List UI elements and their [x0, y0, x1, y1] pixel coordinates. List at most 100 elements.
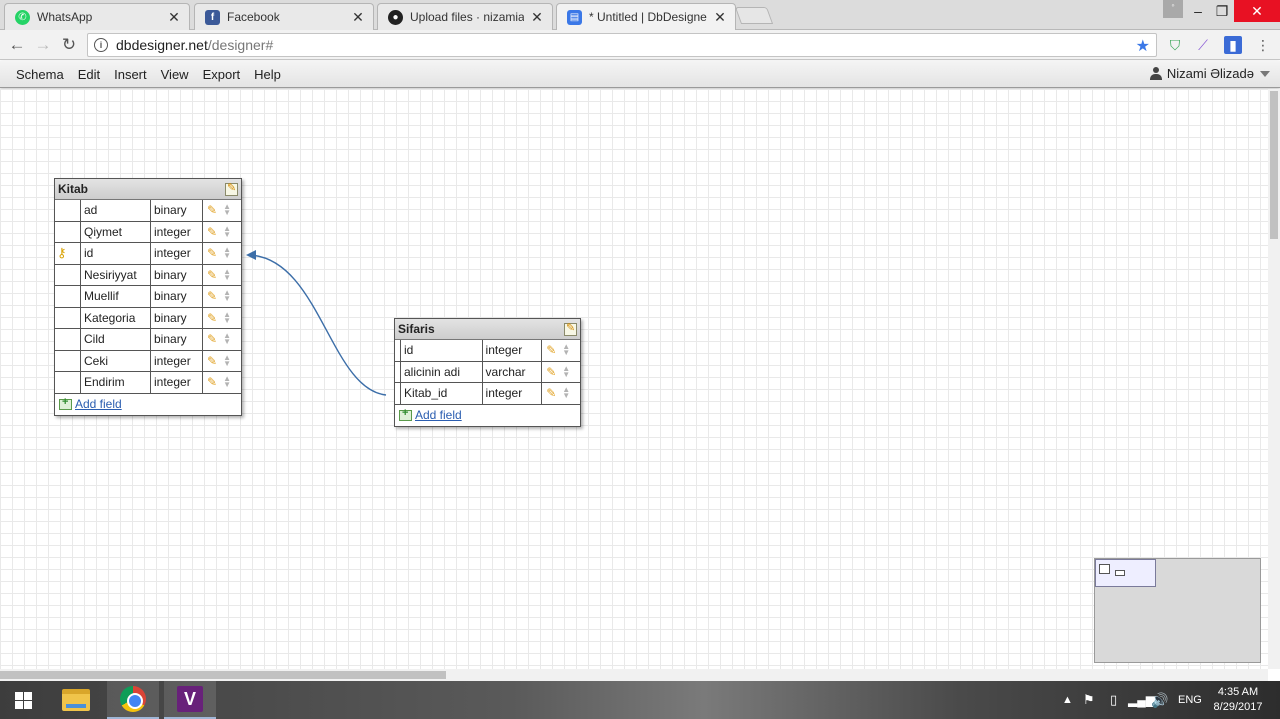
field-type[interactable]: binary: [151, 329, 203, 350]
field-row[interactable]: Nesiriyyat binary ✎ ▲ ▼: [55, 264, 241, 286]
field-name[interactable]: Kategoria: [81, 307, 151, 328]
edit-field-icon[interactable]: ✎: [207, 246, 217, 260]
edit-field-icon[interactable]: ✎: [207, 203, 217, 217]
pen-extension-icon[interactable]: ⟋: [1194, 36, 1212, 54]
field-name[interactable]: id: [401, 340, 483, 361]
edit-field-icon[interactable]: ✎: [207, 268, 217, 282]
window-close-icon[interactable]: ✕: [1234, 0, 1280, 22]
language-indicator[interactable]: ENG: [1178, 681, 1202, 719]
taskbar-visual-studio[interactable]: V: [164, 681, 216, 719]
add-field-link[interactable]: Add field: [415, 408, 462, 422]
reorder-field-icon[interactable]: ▲ ▼: [223, 289, 231, 303]
horizontal-scrollbar[interactable]: [0, 669, 1268, 681]
edit-field-icon[interactable]: ✎: [207, 332, 217, 346]
address-bar[interactable]: i dbdesigner.net/designer# ★: [87, 33, 1157, 57]
field-name[interactable]: Cild: [81, 329, 151, 350]
field-row[interactable]: ad binary ✎ ▲ ▼: [55, 200, 241, 222]
profile-icon[interactable]: ◦: [1163, 0, 1183, 18]
start-button[interactable]: [0, 681, 46, 719]
field-type[interactable]: binary: [151, 307, 203, 328]
reorder-field-icon[interactable]: ▲ ▼: [223, 224, 231, 238]
table-kitab[interactable]: Kitab adbinary✎▲▼Qiymetinteger✎▲▼⚷idinte…: [54, 178, 242, 416]
field-name[interactable]: ad: [81, 200, 151, 221]
minimap-viewport[interactable]: [1095, 559, 1156, 587]
restore-icon[interactable]: ❐: [1210, 0, 1234, 22]
field-row[interactable]: alicinin adi varchar ✎ ▲ ▼: [395, 361, 580, 383]
field-type[interactable]: integer: [151, 243, 203, 264]
reorder-field-icon[interactable]: ▲ ▼: [223, 375, 231, 389]
taskbar-chrome[interactable]: [107, 681, 159, 719]
designer-canvas[interactable]: Kitab adbinary✎▲▼Qiymetinteger✎▲▼⚷idinte…: [0, 89, 1268, 669]
forward-icon[interactable]: →: [32, 34, 54, 56]
edit-table-icon[interactable]: [564, 321, 577, 336]
edit-field-icon[interactable]: ✎: [546, 343, 556, 357]
edit-field-icon[interactable]: ✎: [207, 311, 217, 325]
reorder-field-icon[interactable]: ▲ ▼: [223, 332, 231, 346]
field-row[interactable]: Muellif binary ✎ ▲ ▼: [55, 286, 241, 308]
menu-help[interactable]: Help: [247, 67, 288, 82]
field-name[interactable]: Kitab_id: [401, 383, 483, 404]
field-row[interactable]: Kitab_id integer ✎ ▲ ▼: [395, 383, 580, 405]
field-row[interactable]: Endirim integer ✎ ▲ ▼: [55, 372, 241, 394]
close-icon[interactable]: ✕: [530, 9, 544, 26]
minimap[interactable]: [1094, 558, 1261, 663]
bookmark-extension-icon[interactable]: ▮: [1224, 36, 1242, 54]
reorder-field-icon[interactable]: ▲ ▼: [223, 353, 231, 367]
field-type[interactable]: binary: [151, 200, 203, 221]
flag-icon[interactable]: ⚑: [1083, 681, 1095, 719]
close-icon[interactable]: ✕: [351, 9, 365, 26]
new-tab-button[interactable]: [734, 7, 774, 24]
field-name[interactable]: alicinin adi: [401, 361, 483, 382]
scrollbar-thumb[interactable]: [0, 671, 446, 679]
reorder-field-icon[interactable]: ▲ ▼: [562, 364, 570, 378]
chrome-menu-icon[interactable]: ⋮: [1254, 36, 1272, 54]
table-header[interactable]: Kitab: [55, 179, 241, 200]
edit-field-icon[interactable]: ✎: [546, 365, 556, 379]
scrollbar-thumb[interactable]: [1270, 91, 1278, 239]
field-row[interactable]: Qiymet integer ✎ ▲ ▼: [55, 221, 241, 243]
reorder-field-icon[interactable]: ▲ ▼: [223, 246, 231, 260]
back-icon[interactable]: ←: [6, 34, 28, 56]
close-icon[interactable]: ✕: [167, 9, 181, 26]
tab-dbdesigner[interactable]: ▤ * Untitled | DbDesigner.n ✕: [556, 3, 736, 30]
field-name[interactable]: Qiymet: [81, 221, 151, 242]
reorder-field-icon[interactable]: ▲ ▼: [562, 343, 570, 357]
reorder-field-icon[interactable]: ▲ ▼: [223, 203, 231, 217]
edit-field-icon[interactable]: ✎: [207, 354, 217, 368]
field-row[interactable]: id integer ✎ ▲ ▼: [395, 340, 580, 362]
vertical-scrollbar[interactable]: [1268, 89, 1280, 669]
field-type[interactable]: binary: [151, 264, 203, 285]
edit-field-icon[interactable]: ✎: [207, 375, 217, 389]
volume-icon[interactable]: 🔊: [1151, 681, 1168, 719]
system-clock[interactable]: 4:35 AM 8/29/2017: [1208, 685, 1268, 715]
info-icon[interactable]: i: [94, 38, 108, 52]
close-icon[interactable]: ✕: [713, 9, 727, 26]
minimize-icon[interactable]: –: [1186, 0, 1210, 22]
menu-edit[interactable]: Edit: [71, 67, 107, 82]
taskbar-file-explorer[interactable]: [50, 681, 102, 719]
reorder-field-icon[interactable]: ▲ ▼: [223, 267, 231, 281]
bookmark-star-icon[interactable]: ★: [1136, 36, 1150, 56]
add-field-link[interactable]: Add field: [75, 397, 122, 411]
field-row[interactable]: Kategoria binary ✎ ▲ ▼: [55, 307, 241, 329]
table-header[interactable]: Sifaris: [395, 319, 580, 340]
menu-insert[interactable]: Insert: [107, 67, 154, 82]
table-sifaris[interactable]: Sifaris idinteger✎▲▼alicinin adivarchar✎…: [394, 318, 581, 427]
battery-icon[interactable]: ▯: [1110, 681, 1117, 719]
field-name[interactable]: id: [81, 243, 151, 264]
field-type[interactable]: integer: [483, 340, 543, 361]
field-type[interactable]: integer: [483, 383, 543, 404]
field-type[interactable]: integer: [151, 221, 203, 242]
field-type[interactable]: binary: [151, 286, 203, 307]
tab-facebook[interactable]: f Facebook ✕: [194, 3, 374, 30]
field-row[interactable]: Cild binary ✎ ▲ ▼: [55, 329, 241, 351]
field-name[interactable]: Ceki: [81, 350, 151, 371]
tray-expand-icon[interactable]: ▲: [1062, 681, 1073, 719]
field-name[interactable]: Endirim: [81, 372, 151, 393]
field-type[interactable]: integer: [151, 372, 203, 393]
user-menu[interactable]: Nizami Əlizadə: [1149, 66, 1270, 81]
field-type[interactable]: varchar: [483, 361, 543, 382]
edit-field-icon[interactable]: ✎: [546, 386, 556, 400]
field-name[interactable]: Muellif: [81, 286, 151, 307]
shield-extension-icon[interactable]: ⛉: [1166, 36, 1184, 54]
